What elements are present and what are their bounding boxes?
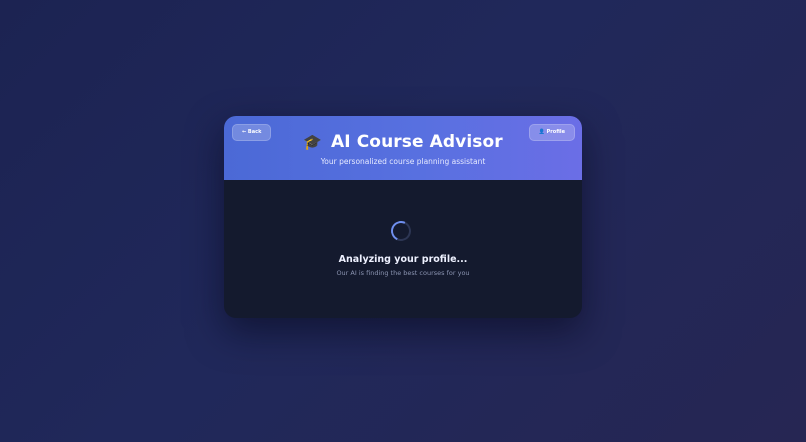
advisor-card: ← Back 👤 Profile 🎓 AI Course Advisor You… (224, 116, 582, 318)
loading-title: Analyzing your profile... (338, 254, 468, 265)
title-row: 🎓 AI Course Advisor (224, 131, 582, 152)
loading-subtitle: Our AI is finding the best courses for y… (336, 269, 470, 277)
card-header: ← Back 👤 Profile 🎓 AI Course Advisor You… (224, 116, 582, 180)
page-title: AI Course Advisor (331, 131, 503, 152)
page-subtitle: Your personalized course planning assist… (320, 157, 486, 166)
graduation-cap-icon: 🎓 (303, 132, 322, 151)
loading-panel: Analyzing your profile... Our AI is find… (224, 180, 582, 318)
loading-spinner-icon (388, 218, 414, 244)
